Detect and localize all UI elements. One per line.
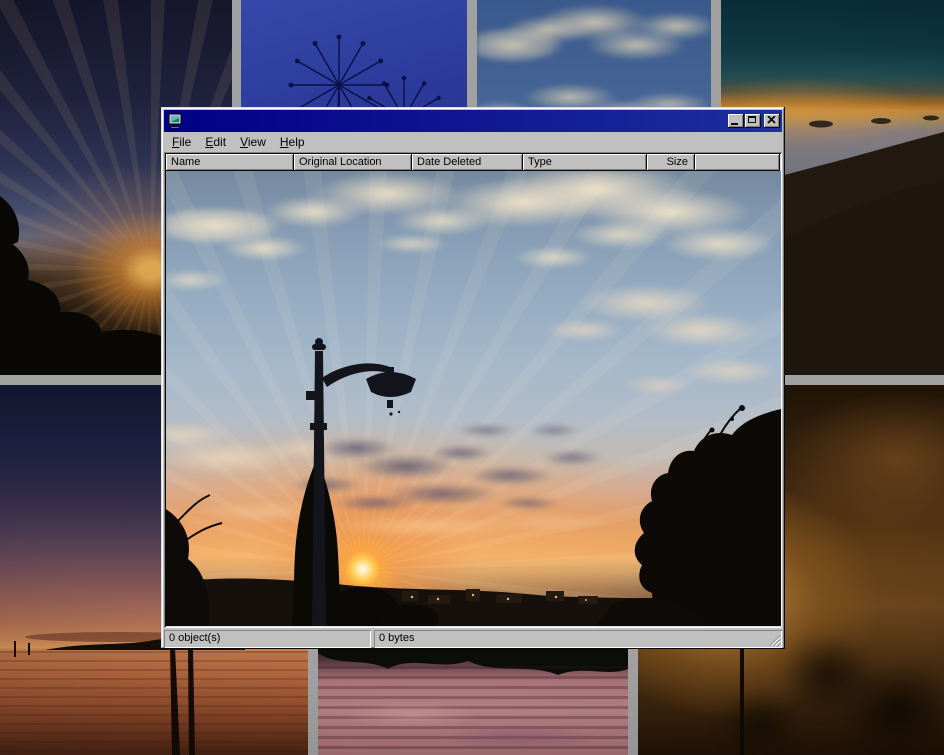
close-icon [767,116,776,124]
recycle-bin-window: File Edit View Help Name Original Locati… [161,107,785,649]
maximize-icon [748,116,756,123]
water-ripples [318,666,628,755]
menu-file[interactable]: File [165,133,198,152]
column-header-filler [695,154,780,171]
menu-view[interactable]: View [233,133,273,152]
menu-edit[interactable]: Edit [198,133,233,152]
column-header-type[interactable]: Type [523,154,647,171]
minimize-icon [731,123,738,125]
minimize-button[interactable] [728,114,744,128]
window-titlebar[interactable] [164,110,782,132]
status-object-count: 0 object(s) [164,630,371,648]
resize-grip[interactable] [768,634,781,647]
folder-view[interactable] [166,171,781,626]
menu-bar: File Edit View Help [164,132,782,152]
column-header-row: Name Original Location Date Deleted Type… [166,154,780,171]
maximize-button[interactable] [745,114,761,128]
column-header-size[interactable]: Size [647,154,695,171]
column-header-name[interactable]: Name [166,154,294,171]
menu-help[interactable]: Help [273,133,312,152]
foreground-silhouettes [166,171,781,626]
list-view-area: Name Original Location Date Deleted Type… [164,152,782,628]
column-header-date-deleted[interactable]: Date Deleted [412,154,523,171]
desktop-screen: File Edit View Help Name Original Locati… [0,0,944,755]
computer-icon [167,113,183,129]
column-header-original-location[interactable]: Original Location [294,154,412,171]
close-button[interactable] [764,114,780,128]
status-bar: 0 object(s) 0 bytes [164,630,782,648]
status-total-size: 0 bytes [374,630,782,648]
